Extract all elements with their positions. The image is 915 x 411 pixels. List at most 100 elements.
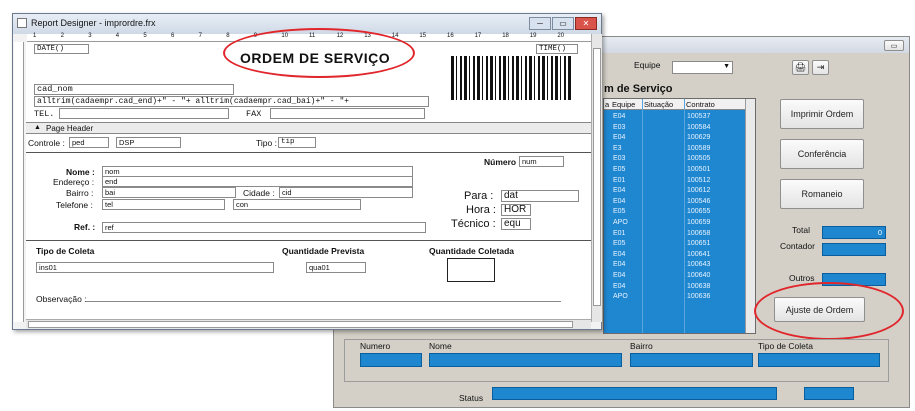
close-button[interactable]: ✕ bbox=[575, 17, 597, 30]
maximize-button[interactable]: ▭ bbox=[552, 17, 574, 30]
tipo-coleta-header: Tipo de Coleta bbox=[36, 246, 95, 256]
ruler-mark: 18 bbox=[502, 33, 509, 39]
grid-cell-contrato[interactable]: 100612 bbox=[687, 186, 710, 197]
date-field[interactable]: DATE() bbox=[34, 44, 89, 54]
exit-button[interactable]: ⇥ bbox=[812, 60, 829, 75]
grid-col-header-situacao[interactable]: Situação bbox=[644, 100, 673, 109]
numero-field[interactable]: num bbox=[519, 156, 564, 167]
report-canvas[interactable]: DATE() TIME() ORDEM DE SERVIÇO cad_nom a… bbox=[26, 42, 591, 322]
h-scroll-thumb[interactable] bbox=[28, 321, 573, 328]
vertical-ruler bbox=[14, 42, 24, 322]
nome-field bbox=[429, 353, 622, 367]
ruler-mark: 6 bbox=[171, 33, 175, 39]
hora-field[interactable]: HOR bbox=[501, 204, 531, 216]
grid-cell-equipe[interactable]: E01 bbox=[613, 229, 628, 240]
grid-cell-equipe[interactable]: E04 bbox=[613, 271, 628, 282]
print-button[interactable]: 🖨 bbox=[792, 60, 809, 75]
time-field[interactable]: TIME() bbox=[536, 44, 578, 54]
grid-col-header-contrato[interactable]: Contrato bbox=[686, 100, 715, 109]
page-header-band[interactable]: ▲ Page Header bbox=[26, 122, 591, 134]
status-field bbox=[492, 387, 777, 400]
controle-field[interactable]: ped bbox=[69, 137, 109, 148]
grid-cell-contrato[interactable]: 100640 bbox=[687, 271, 710, 282]
grid-cell-contrato[interactable]: 100658 bbox=[687, 229, 710, 240]
grid-cell-contrato[interactable]: 100629 bbox=[687, 133, 710, 144]
grid-cell-equipe[interactable]: E03 bbox=[613, 123, 628, 134]
numero-field bbox=[360, 353, 422, 367]
ref-field[interactable]: ref bbox=[102, 222, 426, 233]
con-field[interactable]: con bbox=[233, 199, 361, 210]
grid-cell-contrato[interactable]: 100659 bbox=[687, 218, 710, 229]
back-window-control-button[interactable]: ▭ bbox=[884, 40, 904, 51]
grid-cell-equipe[interactable]: E05 bbox=[613, 207, 628, 218]
endereco-label: Endereço : bbox=[53, 177, 95, 187]
grid-col-header-a[interactable]: a bbox=[605, 100, 609, 109]
grid-cell-equipe[interactable]: E04 bbox=[613, 186, 628, 197]
orders-grid[interactable]: a Equipe Situação Contrato E04 E03 E04 E3 E0… bbox=[603, 98, 756, 334]
grid-cell-contrato[interactable]: 100655 bbox=[687, 207, 710, 218]
grid-cell-equipe[interactable]: E04 bbox=[613, 133, 628, 144]
equipe-select[interactable]: ▼ bbox=[672, 61, 733, 74]
ruler-mark: 7 bbox=[198, 33, 202, 39]
tipo-field[interactable]: tip bbox=[278, 137, 316, 148]
telefone-field[interactable]: tel bbox=[102, 199, 225, 210]
grid-contrato-column: 100537 100584 100629 100589 100505 100501 1005… bbox=[687, 112, 710, 303]
grid-cell-contrato[interactable]: 100537 bbox=[687, 112, 710, 123]
grid-cell-contrato[interactable]: 100641 bbox=[687, 250, 710, 261]
vertical-scrollbar[interactable] bbox=[591, 34, 602, 322]
qtd-coletada-box[interactable] bbox=[447, 258, 495, 282]
dsp-field[interactable]: DSP bbox=[116, 137, 181, 148]
grid-cell-equipe[interactable]: APO bbox=[613, 292, 628, 303]
total-value: 0 bbox=[877, 228, 882, 237]
grid-cell-contrato[interactable]: 100546 bbox=[687, 197, 710, 208]
grid-cell-equipe[interactable]: E04 bbox=[613, 250, 628, 261]
horizontal-scrollbar[interactable] bbox=[26, 319, 591, 329]
cidade-field[interactable]: cid bbox=[279, 187, 413, 198]
grid-cell-contrato[interactable]: 100636 bbox=[687, 292, 710, 303]
grid-cell-equipe[interactable]: E04 bbox=[613, 282, 628, 293]
tipo-coleta-label: Tipo de Coleta bbox=[758, 341, 813, 351]
grid-cell-contrato[interactable]: 100584 bbox=[687, 123, 710, 134]
grid-cell-contrato[interactable]: 100512 bbox=[687, 176, 710, 187]
grid-cell-equipe[interactable]: E3 bbox=[613, 144, 628, 155]
grid-cell-equipe[interactable]: E05 bbox=[613, 165, 628, 176]
ruler-mark: 5 bbox=[143, 33, 147, 39]
observacao-label: Observação : bbox=[36, 294, 87, 304]
grid-cell-contrato[interactable]: 100651 bbox=[687, 239, 710, 250]
grid-cell-contrato[interactable]: 100638 bbox=[687, 282, 710, 293]
cad-tel-field[interactable] bbox=[59, 108, 229, 119]
grid-cell-equipe[interactable]: APO bbox=[613, 218, 628, 229]
cad-fax-field[interactable] bbox=[270, 108, 425, 119]
grid-scrollbar[interactable] bbox=[745, 99, 755, 333]
endereco-field[interactable]: end bbox=[102, 176, 413, 187]
grid-cell-equipe[interactable]: E04 bbox=[613, 112, 628, 123]
grid-cell-contrato[interactable]: 100501 bbox=[687, 165, 710, 176]
bairro-field[interactable]: bai bbox=[102, 187, 236, 198]
minimize-button[interactable]: ─ bbox=[529, 17, 551, 30]
qtd-prevista-field[interactable]: qua01 bbox=[306, 262, 366, 273]
grid-cell-contrato[interactable]: 100589 bbox=[687, 144, 710, 155]
ruler-mark: 20 bbox=[557, 33, 565, 39]
grid-col-header-equipe[interactable]: Equipe bbox=[612, 100, 635, 109]
ruler-mark: 16 bbox=[447, 33, 454, 39]
barcode-image[interactable] bbox=[451, 56, 571, 100]
para-field[interactable]: dat bbox=[501, 190, 579, 202]
grid-cell-equipe[interactable]: E04 bbox=[613, 260, 628, 271]
romaneio-button[interactable]: Romaneio bbox=[780, 179, 864, 209]
imprimir-ordem-button[interactable]: Imprimir Ordem bbox=[780, 99, 864, 129]
cad-nom-field[interactable]: cad_nom bbox=[34, 84, 234, 95]
grid-cell-equipe[interactable]: E04 bbox=[613, 197, 628, 208]
grid-cell-contrato[interactable]: 100505 bbox=[687, 154, 710, 165]
tipo-coleta-field[interactable]: ins01 bbox=[36, 262, 274, 273]
grid-cell-equipe[interactable]: E05 bbox=[613, 239, 628, 250]
grid-cell-contrato[interactable]: 100643 bbox=[687, 260, 710, 271]
report-designer-window: Report Designer - imprordre.frx ─ ▭ ✕ 1 2… bbox=[12, 13, 602, 330]
grid-cell-equipe[interactable]: E01 bbox=[613, 176, 628, 187]
tecnico-field[interactable]: equ bbox=[501, 218, 531, 230]
status-extra-field bbox=[804, 387, 854, 400]
conferencia-button[interactable]: Conferência bbox=[780, 139, 864, 169]
address-expression-field[interactable]: alltrim(cadaempr.cad_end)+" - "+ alltrim… bbox=[34, 96, 429, 107]
grid-cell-equipe[interactable]: E03 bbox=[613, 154, 628, 165]
scroll-thumb[interactable] bbox=[593, 48, 601, 306]
cidade-label: Cidade : bbox=[243, 188, 275, 198]
